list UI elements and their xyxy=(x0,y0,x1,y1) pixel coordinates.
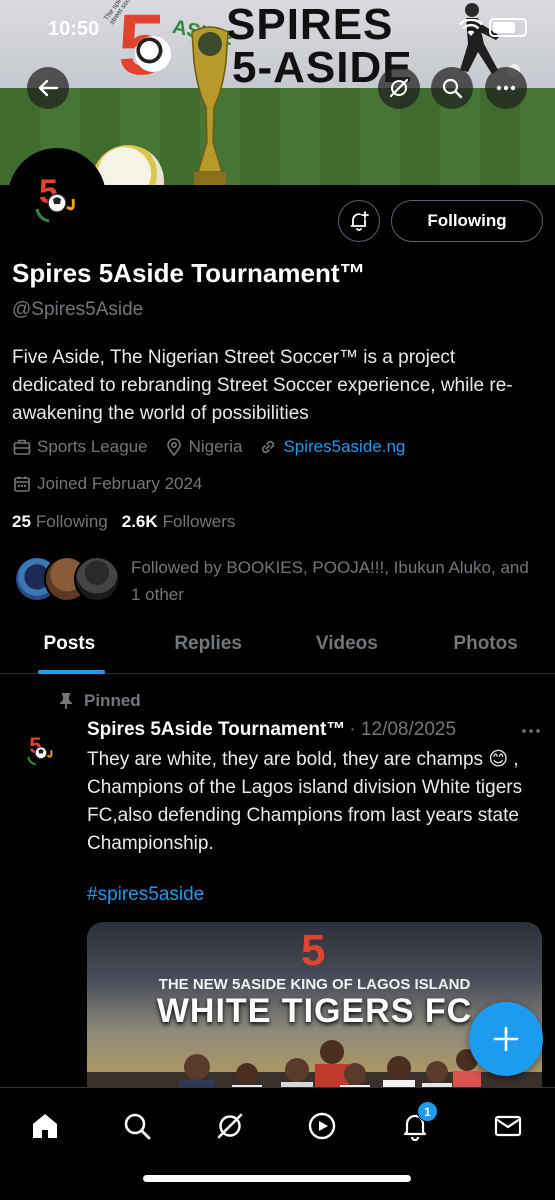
tab-posts[interactable]: Posts xyxy=(0,622,139,674)
spires-logo-icon: 5 xyxy=(27,733,53,766)
banner-logo-ball xyxy=(135,36,171,72)
back-button[interactable] xyxy=(27,67,69,109)
location-label: Nigeria xyxy=(188,437,243,456)
messages-envelope-icon xyxy=(494,1115,522,1137)
notification-badge: 1 xyxy=(417,1101,438,1122)
more-icon xyxy=(496,85,516,91)
post-author-name[interactable]: Spires 5Aside Tournament™ xyxy=(87,719,345,741)
search-icon xyxy=(124,1113,151,1140)
followers-count: 2.6K xyxy=(121,512,158,531)
spires-logo-icon: 5 xyxy=(35,173,75,223)
bottom-navigation: 1 xyxy=(0,1087,555,1200)
grok-icon xyxy=(217,1113,243,1139)
following-count-label: Following xyxy=(35,512,108,531)
profile-avatar[interactable]: 5 xyxy=(8,148,106,246)
search-button[interactable] xyxy=(431,67,473,109)
joined-row: Joined February 2024 xyxy=(12,474,202,494)
following-count-link[interactable]: 25 Following xyxy=(12,512,108,532)
wifi-icon xyxy=(459,18,483,36)
trophy-image xyxy=(191,26,229,185)
post-more-button[interactable] xyxy=(520,720,542,747)
post-date[interactable]: · 12/08/2025 xyxy=(349,719,456,741)
profile-handle: @Spires5Aside xyxy=(12,299,144,320)
joined-label: Joined February 2024 xyxy=(37,474,203,493)
status-icons xyxy=(459,18,527,37)
followers-count-label: Followers xyxy=(162,512,236,531)
follow-counts: 25 Following 2.6K Followers xyxy=(12,512,235,532)
post-author-avatar[interactable]: 5 xyxy=(18,726,64,772)
following-button[interactable]: Following xyxy=(391,200,543,242)
nav-messages[interactable] xyxy=(490,1108,526,1144)
pin-icon xyxy=(60,693,72,709)
nav-home[interactable] xyxy=(27,1108,63,1144)
nav-video[interactable] xyxy=(304,1108,340,1144)
tab-videos[interactable]: Videos xyxy=(278,622,417,673)
image-logo-digit: 5 xyxy=(301,926,326,975)
notify-bell-button[interactable] xyxy=(338,200,380,242)
home-indicator xyxy=(143,1175,411,1182)
following-count: 25 xyxy=(12,512,31,531)
pinned-label: Pinned xyxy=(84,691,141,710)
followed-by-text[interactable]: Followed by BOOKIES, POOJA!!!, Ibukun Al… xyxy=(131,554,541,608)
grok-icon xyxy=(389,78,409,98)
more-icon xyxy=(522,729,540,733)
home-icon xyxy=(33,1114,57,1138)
nav-notifications[interactable]: 1 xyxy=(397,1101,438,1144)
joined-item: Joined February 2024 xyxy=(12,474,202,494)
location-pin-icon xyxy=(166,438,181,457)
tab-replies[interactable]: Replies xyxy=(139,622,278,673)
link-icon xyxy=(262,440,275,454)
category-item: Sports League xyxy=(12,437,148,457)
website-link[interactable]: Spires5aside.ng xyxy=(283,437,405,457)
pinned-indicator: Pinned xyxy=(58,691,141,711)
status-time: 10:50 xyxy=(48,18,100,40)
category-label: Sports League xyxy=(37,437,148,456)
nav-grok[interactable] xyxy=(212,1108,248,1144)
followed-by-avatars[interactable] xyxy=(14,556,120,602)
display-name: Spires 5Aside Tournament™ xyxy=(12,258,366,288)
location-item: Nigeria xyxy=(164,437,243,457)
profile-bio: Five Aside, The Nigerian Street Soccer™ … xyxy=(12,347,513,424)
compose-fab-button[interactable] xyxy=(469,1002,543,1076)
video-play-icon xyxy=(308,1112,336,1140)
post-text: They are white, they are bold, they are … xyxy=(87,749,523,854)
followers-count-link[interactable]: 2.6K Followers xyxy=(122,512,236,532)
battery-icon xyxy=(489,18,527,37)
post-hashtag[interactable]: #spires5aside xyxy=(87,884,204,906)
follower-avatar xyxy=(74,556,120,602)
profile-tabs: Posts Replies Videos Photos xyxy=(0,622,555,674)
calendar-icon xyxy=(14,476,30,492)
image-headline: THE NEW 5ASIDE KING OF LAGOS ISLAND xyxy=(158,976,471,993)
briefcase-icon xyxy=(13,439,31,455)
more-button[interactable] xyxy=(485,67,527,109)
post-header: Spires 5Aside Tournament™ · 12/08/2025 xyxy=(87,719,547,741)
search-icon xyxy=(442,78,463,99)
nav-search[interactable] xyxy=(119,1108,155,1144)
tab-photos[interactable]: Photos xyxy=(416,622,555,673)
grok-button[interactable] xyxy=(378,67,420,109)
profile-meta-row: Sports League Nigeria Spires5aside.ng xyxy=(12,437,405,457)
bell-plus-icon xyxy=(350,211,369,231)
back-arrow-icon xyxy=(38,79,59,97)
plus-icon xyxy=(493,1026,519,1052)
website-item[interactable]: Spires5aside.ng xyxy=(258,437,405,457)
banner-headline-1: SPIRES xyxy=(226,0,394,49)
